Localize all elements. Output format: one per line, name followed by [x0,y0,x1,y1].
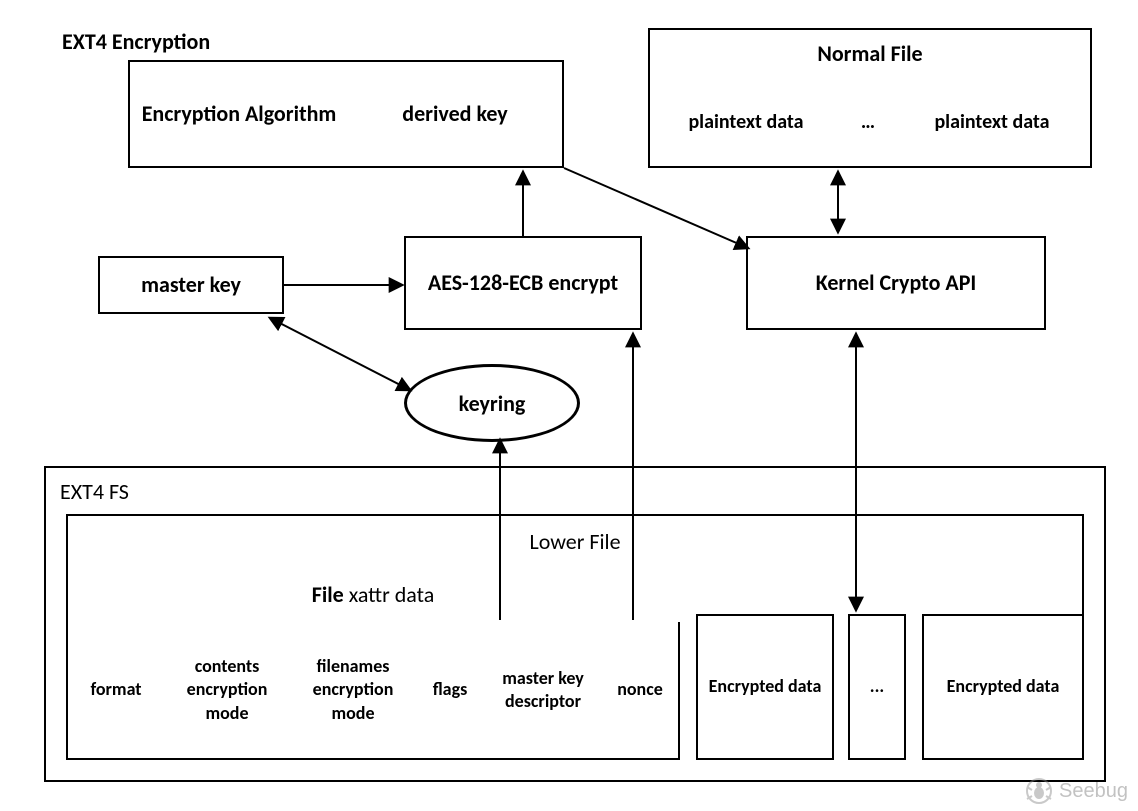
derived-key-box: derived key [348,60,564,168]
xattr-col-filenames-mode: filenames encryption mode [290,622,418,760]
master-key-box: master key [98,256,284,314]
encryption-algorithm-box: Encryption Algorithm [128,60,350,168]
encrypted-data-1: ... [848,614,906,760]
ext4fs-label: EXT4 FS [60,478,129,505]
xattr-col-contents-mode: contents encryption mode [164,622,292,760]
kernel-crypto-box: Kernel Crypto API [746,236,1046,330]
file-xattr-header: File xattr data [66,568,680,624]
xattr-col-format: format [66,622,166,760]
normal-file-cell-1: … [842,78,896,168]
watermark-text: Seebug [1059,780,1128,803]
xattr-col-nonce: nonce [602,622,680,760]
normal-file-cell-2: plaintext data [894,78,1092,168]
aes-box: AES-128-ECB encrypt [404,236,642,330]
file-xattr-prefix: File [312,581,344,608]
normal-file-header: Normal File [648,28,1092,80]
encrypted-data-2: Encrypted data [922,614,1084,760]
watermark: Seebug [1025,777,1128,805]
encrypted-data-0: Encrypted data [696,614,834,760]
diagram-title: EXT4 Encryption [62,28,210,55]
lower-file-header: Lower File [66,514,1084,570]
xattr-col-mkd: master key descriptor [484,622,604,760]
file-xattr-suffix: xattr data [349,581,435,608]
normal-file-cell-0: plaintext data [648,78,844,168]
xattr-col-flags: flags [416,622,486,760]
bug-icon [1025,777,1053,805]
keyring-ellipse: keyring [404,364,580,442]
